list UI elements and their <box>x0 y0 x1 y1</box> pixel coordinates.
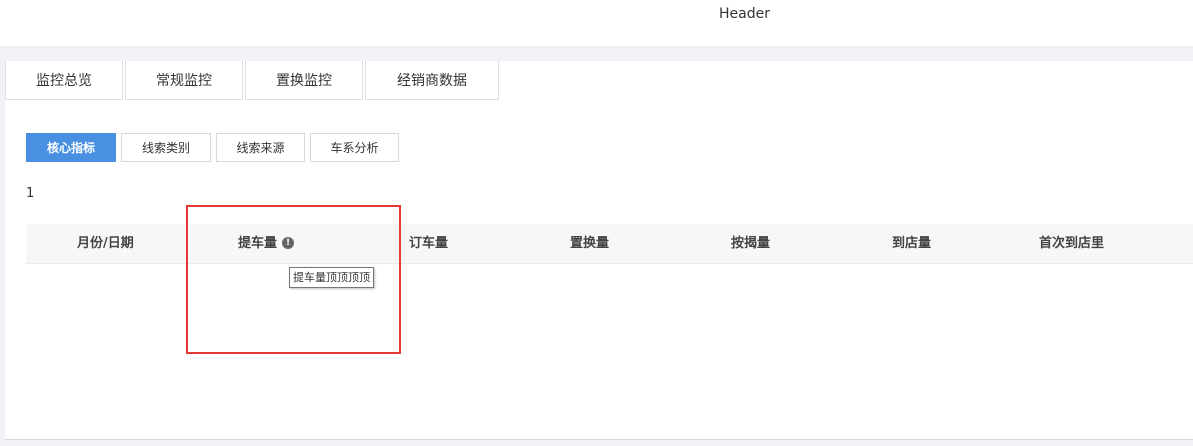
tooltip: 提车量顶顶顶顶 <box>289 267 374 288</box>
column-header-delivery-label: 提车量 <box>238 236 278 251</box>
divider <box>5 439 1193 440</box>
column-header-replacement: 置换量 <box>570 236 610 251</box>
tab-regular-monitor[interactable]: 常规监控 <box>125 61 243 100</box>
header-title: Header <box>719 6 770 22</box>
tab-replacement-monitor[interactable]: 置换监控 <box>245 61 363 100</box>
record-count: 1 <box>26 186 35 201</box>
subtab-series-analysis[interactable]: 车系分析 <box>310 133 399 162</box>
column-header-orders: 订车量 <box>409 236 449 251</box>
info-circle-icon[interactable]: ! <box>282 236 295 249</box>
column-header-mortgage: 按揭量 <box>731 236 771 251</box>
tab-monitor-overview[interactable]: 监控总览 <box>5 61 123 100</box>
column-header-first-visit: 首次到店里 <box>1039 236 1105 251</box>
column-header-visits: 到店量 <box>892 236 932 251</box>
subtab-lead-category[interactable]: 线索类别 <box>121 133 211 162</box>
sub-tabs: 核心指标 线索类别 线索来源 车系分析 <box>26 133 404 162</box>
tab-dealer-data[interactable]: 经销商数据 <box>365 61 499 100</box>
column-header-month-date: 月份/日期 <box>77 236 134 251</box>
app-header: Header <box>0 0 1193 46</box>
column-header-delivery: 提车量! <box>238 224 295 263</box>
table-header: 月份/日期 提车量! 订车量 置换量 按揭量 到店量 首次到店里 <box>26 224 1193 264</box>
subtab-core-metrics[interactable]: 核心指标 <box>26 133 116 162</box>
main-tabs: 监控总览 常规监控 置换监控 经销商数据 <box>5 61 501 101</box>
subtab-lead-source[interactable]: 线索来源 <box>216 133 305 162</box>
